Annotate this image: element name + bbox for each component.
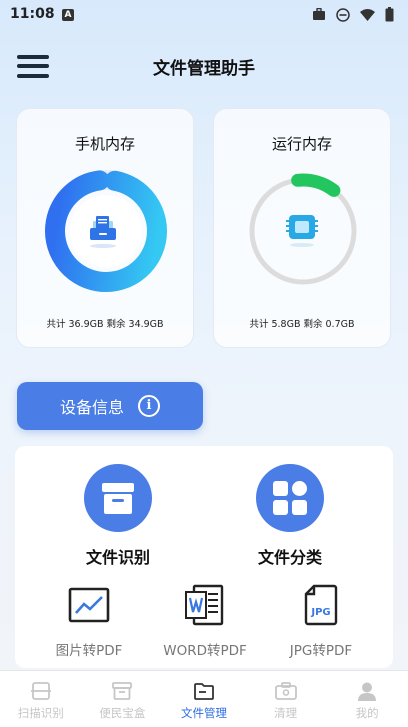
info-icon: i [138, 395, 160, 417]
tab-file-manager-label: 文件管理 [180, 706, 227, 720]
image-to-pdf-label: 图片转PDF [55, 643, 123, 659]
phone-storage-title: 手机内存 [74, 135, 135, 153]
jpg-to-pdf-tool[interactable]: JPG JPG转PDF [261, 584, 381, 659]
scan-icon [0, 681, 82, 701]
tab-clean[interactable]: 清理 [245, 671, 327, 727]
chip-icon [286, 215, 318, 247]
phone-storage-ring [45, 169, 167, 292]
jpg-file-icon: JPG [261, 584, 381, 626]
status-bar: 11:08 A [0, 0, 408, 30]
tab-scan-label: 扫描识别 [17, 706, 64, 720]
tab-file-manager[interactable]: 文件管理 [163, 671, 245, 727]
word-icon [145, 584, 265, 626]
ram-stats: 共计 5.8GB 剩余 0.7GB [249, 319, 355, 330]
status-icons [312, 7, 394, 22]
status-time: 11:08 [10, 6, 55, 22]
box-icon [82, 681, 164, 701]
tab-mine[interactable]: 我的 [326, 671, 408, 727]
user-icon [326, 681, 408, 701]
app-header: 文件管理助手 [0, 42, 408, 86]
jpg-badge: JPG [310, 607, 330, 618]
tab-scan[interactable]: 扫描识别 [0, 671, 82, 727]
word-to-pdf-tool[interactable]: WORD转PDF [145, 584, 265, 659]
archive-box-icon [84, 464, 152, 532]
file-classify-tool[interactable]: 文件分类 [215, 464, 365, 568]
bottom-tab-bar: 扫描识别 便民宝盒 文件管理 清理 我的 [0, 670, 408, 727]
status-indicator: A [62, 9, 74, 21]
tab-toolbox-label: 便民宝盒 [99, 706, 146, 720]
ram-ring [245, 173, 361, 289]
image-to-pdf-tool[interactable]: 图片转PDF [29, 584, 149, 659]
file-recognition-tool[interactable]: 文件识别 [43, 464, 193, 568]
folder-tab-icon [163, 681, 245, 701]
battery-icon [385, 7, 394, 22]
image-icon [29, 584, 149, 626]
ram-card[interactable]: 运行内存 共计 5.8GB 剩余 0.7GB [213, 108, 391, 348]
device-info-label: 设备信息 [59, 398, 124, 417]
file-classify-label: 文件分类 [257, 548, 322, 567]
file-recognition-label: 文件识别 [85, 548, 150, 567]
toolbox-icon [245, 681, 327, 701]
wifi-icon [360, 8, 375, 21]
phone-storage-card[interactable]: 手机内存 共计 36.9GB 剩余 34.9GB [16, 108, 194, 348]
briefcase-icon [313, 8, 325, 20]
jpg-to-pdf-label: JPG转PDF [289, 643, 353, 659]
tab-clean-label: 清理 [274, 706, 298, 720]
word-to-pdf-label: WORD转PDF [163, 643, 247, 659]
ram-title: 运行内存 [271, 135, 332, 153]
page-title: 文件管理助手 [153, 59, 255, 79]
dnd-icon [336, 7, 350, 22]
grid-icon [256, 464, 324, 532]
phone-storage-stats: 共计 36.9GB 剩余 34.9GB [46, 319, 164, 330]
tools-panel: 文件识别 文件分类 图片转PDF WORD转PDF JPG JPG转PDF [15, 446, 393, 668]
device-info-button[interactable]: 设备信息 i [17, 382, 203, 430]
tab-mine-label: 我的 [355, 706, 379, 720]
tab-toolbox[interactable]: 便民宝盒 [82, 671, 164, 727]
